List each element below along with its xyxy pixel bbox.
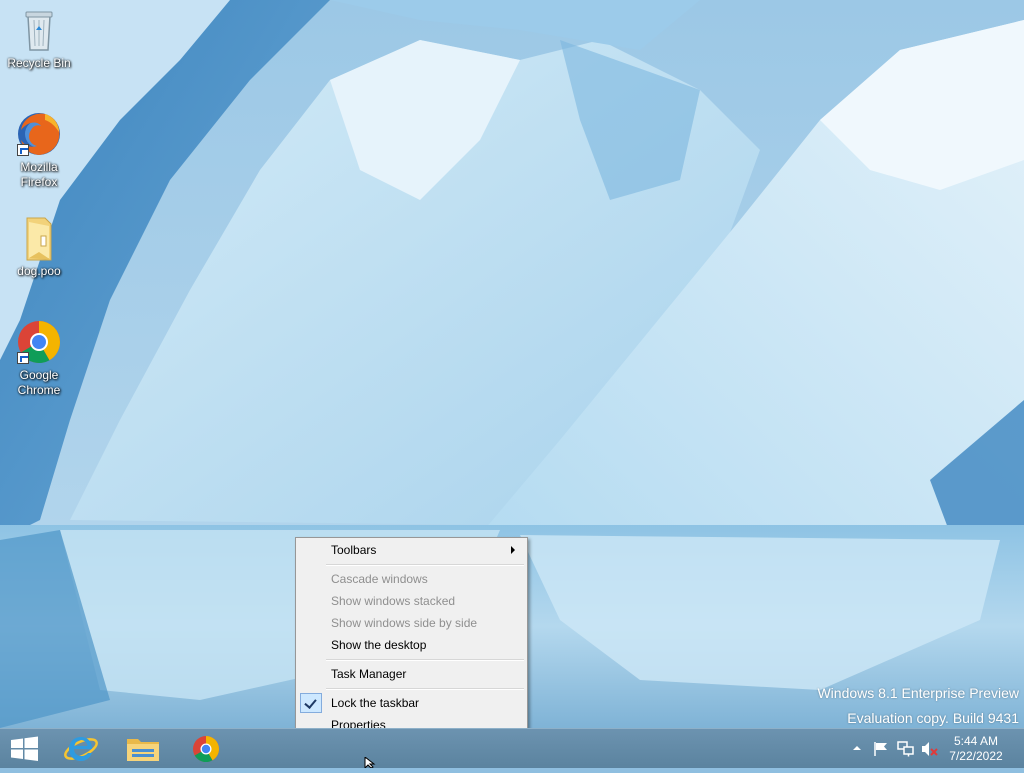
taskbar-internet-explorer-button[interactable] bbox=[58, 729, 104, 768]
desktop-icon-recycle-bin[interactable]: Recycle Bin bbox=[4, 6, 74, 71]
desktop-icon-label: Recycle Bin bbox=[7, 56, 71, 70]
menu-separator bbox=[326, 564, 524, 566]
menu-item-show-windows-stacked[interactable]: Show windows stacked bbox=[298, 590, 525, 612]
network-icon[interactable] bbox=[897, 741, 915, 757]
menu-item-label: Show the desktop bbox=[331, 638, 427, 652]
menu-item-toolbars[interactable]: Toolbars bbox=[298, 539, 525, 561]
shortcut-arrow-icon bbox=[17, 352, 29, 364]
firefox-icon bbox=[15, 110, 63, 158]
taskbar-google-chrome-button[interactable] bbox=[183, 729, 229, 768]
desktop-icon-label: Google Chrome bbox=[17, 368, 61, 397]
desktop-icon-mozilla-firefox[interactable]: Mozilla Firefox bbox=[4, 110, 74, 190]
file-explorer-icon bbox=[127, 739, 159, 761]
desktop-icon-label: Mozilla Firefox bbox=[20, 160, 58, 189]
taskbar[interactable]: 5:44 AM 7/22/2022 bbox=[0, 728, 1024, 768]
taskbar-file-explorer-button[interactable] bbox=[120, 729, 166, 768]
menu-item-label: Task Manager bbox=[331, 667, 407, 681]
windows-logo-icon bbox=[11, 736, 38, 761]
desktop-icon-google-chrome[interactable]: Google Chrome bbox=[4, 318, 74, 398]
clock-time: 5:44 AM bbox=[953, 734, 999, 748]
menu-item-cascade-windows[interactable]: Cascade windows bbox=[298, 568, 525, 590]
menu-item-label: Cascade windows bbox=[331, 572, 428, 586]
menu-item-show-windows-side-by-side[interactable]: Show windows side by side bbox=[298, 612, 525, 634]
taskbar-context-menu: Toolbars Cascade windows Show windows st… bbox=[295, 537, 528, 739]
menu-item-label: Toolbars bbox=[331, 543, 377, 557]
action-center-flag-icon[interactable] bbox=[873, 741, 889, 757]
windows-watermark-edition: Windows 8.1 Enterprise Preview bbox=[817, 685, 1019, 701]
desktop-icon-dog-poo[interactable]: dog.poo bbox=[4, 214, 74, 279]
menu-item-label: Show windows side by side bbox=[331, 616, 478, 630]
chrome-icon bbox=[15, 318, 63, 366]
shortcut-arrow-icon bbox=[17, 144, 29, 156]
menu-item-task-manager[interactable]: Task Manager bbox=[298, 663, 525, 685]
checkmark-icon bbox=[300, 693, 322, 713]
recycle-bin-icon bbox=[15, 6, 63, 54]
clock-date: 7/22/2022 bbox=[949, 749, 1003, 763]
desktop-icon-label: dog.poo bbox=[17, 264, 61, 278]
taskbar-clock[interactable]: 5:44 AM 7/22/2022 bbox=[946, 734, 1006, 764]
start-button[interactable] bbox=[0, 729, 50, 768]
submenu-arrow-icon bbox=[511, 546, 515, 554]
menu-separator bbox=[326, 659, 524, 661]
volume-muted-icon[interactable] bbox=[921, 741, 939, 757]
chrome-icon bbox=[193, 736, 220, 763]
menu-item-lock-the-taskbar[interactable]: Lock the taskbar bbox=[298, 692, 525, 714]
folder-icon bbox=[15, 214, 63, 262]
menu-item-label: Lock the taskbar bbox=[331, 696, 420, 710]
menu-item-label: Show windows stacked bbox=[331, 594, 456, 608]
menu-separator bbox=[326, 688, 524, 690]
show-hidden-icons-chevron-icon[interactable] bbox=[852, 741, 862, 755]
mouse-pointer-icon bbox=[364, 757, 376, 768]
internet-explorer-icon bbox=[64, 737, 98, 761]
menu-item-show-the-desktop[interactable]: Show the desktop bbox=[298, 634, 525, 656]
windows-watermark-build: Evaluation copy. Build 9431 bbox=[847, 710, 1019, 726]
